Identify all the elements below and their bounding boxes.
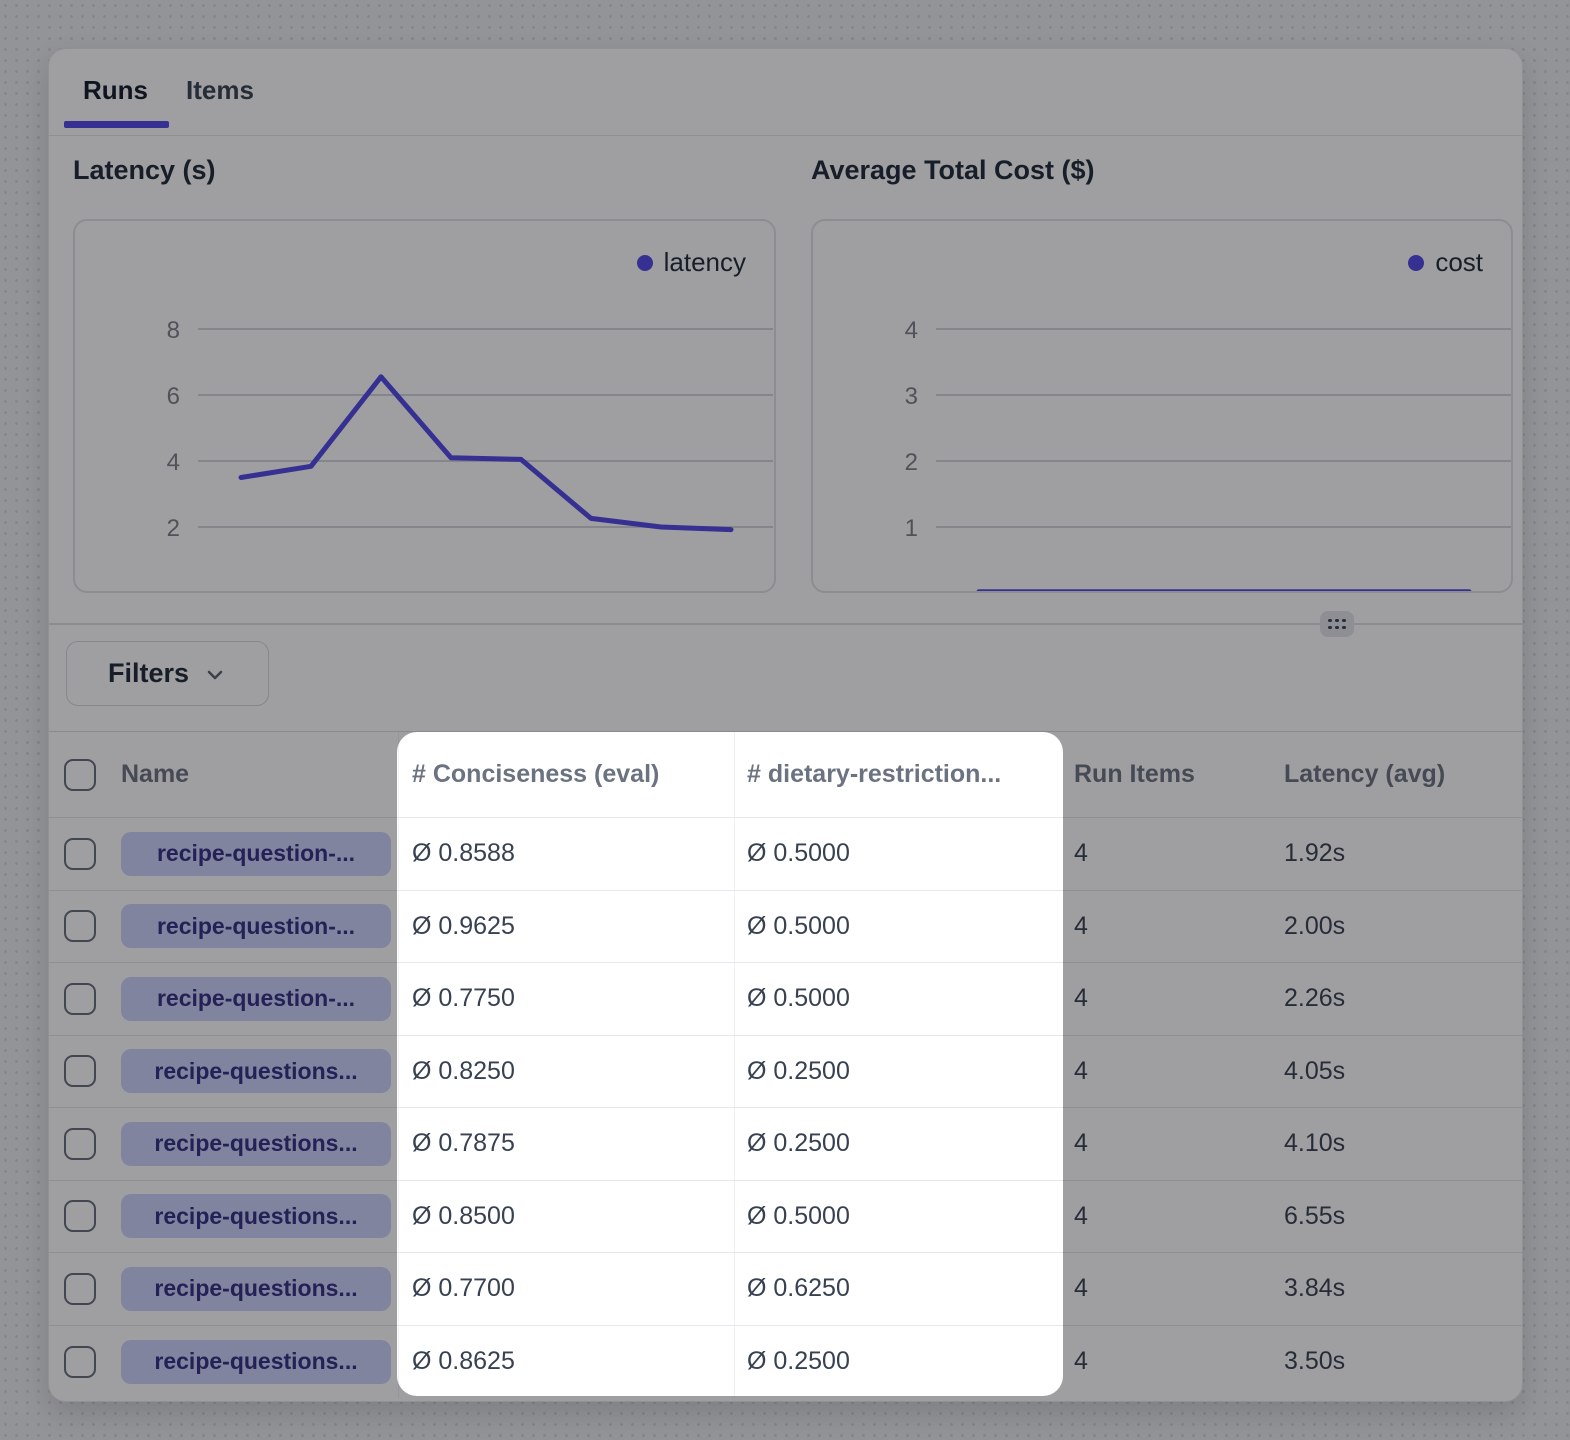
latency-value: 3.50s (1284, 1347, 1345, 1376)
row-checkbox[interactable] (64, 1346, 96, 1378)
run-items-value: 4 (1074, 839, 1088, 868)
latency-chart-title: Latency (s) (73, 155, 216, 186)
table-row[interactable]: recipe-question-... Ø 0.8588 Ø 0.5000 4 … (49, 818, 1522, 891)
svg-text:2: 2 (905, 449, 918, 476)
latency-legend: latency (637, 247, 746, 278)
run-items-value: 4 (1074, 1274, 1088, 1303)
row-checkbox[interactable] (64, 1273, 96, 1305)
run-items-value: 4 (1074, 1129, 1088, 1158)
run-items-value: 4 (1074, 984, 1088, 1013)
table-row[interactable]: recipe-question-... Ø 0.7750 Ø 0.5000 4 … (49, 963, 1522, 1036)
latency-value: 1.92s (1284, 839, 1345, 868)
latency-value: 3.84s (1284, 1274, 1345, 1303)
conciseness-value: Ø 0.8250 (412, 1057, 515, 1086)
table-row[interactable]: recipe-questions... Ø 0.8500 Ø 0.5000 4 … (49, 1181, 1522, 1254)
table-row[interactable]: recipe-questions... Ø 0.7700 Ø 0.6250 4 … (49, 1253, 1522, 1326)
svg-text:4: 4 (905, 317, 918, 344)
cost-legend-label: cost (1435, 247, 1483, 278)
conciseness-value: Ø 0.8500 (412, 1202, 515, 1231)
conciseness-value: Ø 0.7875 (412, 1129, 515, 1158)
dietary-value: Ø 0.5000 (747, 1202, 850, 1231)
cost-legend-dot (1408, 255, 1424, 271)
latency-value: 2.26s (1284, 984, 1345, 1013)
run-name-pill[interactable]: recipe-questions... (121, 1049, 391, 1093)
latency-chart: 8 6 4 2 latency (73, 219, 776, 593)
grip-dots-icon (1328, 619, 1346, 630)
tab-runs[interactable]: Runs (83, 75, 148, 106)
run-name-pill[interactable]: recipe-question-... (121, 977, 391, 1021)
tab-bar: Runs Items (49, 49, 1522, 136)
row-checkbox[interactable] (64, 838, 96, 870)
panel-resize-handle[interactable] (1320, 611, 1354, 637)
run-name-pill[interactable]: recipe-questions... (121, 1267, 391, 1311)
run-items-value: 4 (1074, 1347, 1088, 1376)
svg-text:1: 1 (905, 515, 918, 542)
filters-button-label: Filters (108, 658, 189, 689)
active-tab-indicator (64, 121, 169, 128)
column-header-name[interactable]: Name (121, 732, 398, 817)
table-row[interactable]: recipe-questions... Ø 0.8250 Ø 0.2500 4 … (49, 1036, 1522, 1109)
run-items-value: 4 (1074, 1202, 1088, 1231)
dietary-value: Ø 0.5000 (747, 839, 850, 868)
row-checkbox[interactable] (64, 983, 96, 1015)
svg-text:3: 3 (905, 383, 918, 410)
latency-value: 4.10s (1284, 1129, 1345, 1158)
tab-items[interactable]: Items (186, 75, 254, 106)
column-header-dietary[interactable]: # dietary-restriction... (734, 732, 1064, 817)
column-header-run-items[interactable]: Run Items (1064, 732, 1271, 817)
runs-table: Name # Conciseness (eval) # dietary-rest… (49, 731, 1522, 1398)
row-checkbox[interactable] (64, 1200, 96, 1232)
run-name-pill[interactable]: recipe-question-... (121, 904, 391, 948)
dietary-value: Ø 0.6250 (747, 1274, 850, 1303)
dietary-value: Ø 0.5000 (747, 912, 850, 941)
row-checkbox[interactable] (64, 910, 96, 942)
latency-value: 6.55s (1284, 1202, 1345, 1231)
column-header-conciseness[interactable]: # Conciseness (eval) (398, 732, 734, 817)
dietary-value: Ø 0.2500 (747, 1129, 850, 1158)
run-items-value: 4 (1074, 912, 1088, 941)
latency-legend-dot (637, 255, 653, 271)
table-row[interactable]: recipe-questions... Ø 0.8625 Ø 0.2500 4 … (49, 1326, 1522, 1399)
cost-legend: cost (1408, 247, 1483, 278)
dietary-value: Ø 0.2500 (747, 1347, 850, 1376)
latency-value: 4.05s (1284, 1057, 1345, 1086)
svg-text:8: 8 (167, 317, 180, 344)
table-row[interactable]: recipe-questions... Ø 0.7875 Ø 0.2500 4 … (49, 1108, 1522, 1181)
svg-text:2: 2 (167, 515, 180, 542)
latency-legend-label: latency (664, 247, 746, 278)
latency-value: 2.00s (1284, 912, 1345, 941)
conciseness-value: Ø 0.7700 (412, 1274, 515, 1303)
conciseness-value: Ø 0.8588 (412, 839, 515, 868)
table-body: recipe-question-... Ø 0.8588 Ø 0.5000 4 … (49, 818, 1522, 1398)
conciseness-value: Ø 0.7750 (412, 984, 515, 1013)
filters-button[interactable]: Filters (66, 641, 269, 706)
conciseness-value: Ø 0.9625 (412, 912, 515, 941)
row-checkbox[interactable] (64, 1055, 96, 1087)
runs-panel-card: Runs Items Latency (s) 8 6 4 2 latency Aver… (48, 48, 1523, 1402)
conciseness-value: Ø 0.8625 (412, 1347, 515, 1376)
table-row[interactable]: recipe-question-... Ø 0.9625 Ø 0.5000 4 … (49, 891, 1522, 964)
column-header-latency[interactable]: Latency (avg) (1271, 732, 1522, 817)
panel-divider (49, 623, 1522, 625)
select-all-checkbox[interactable] (64, 759, 96, 791)
svg-text:4: 4 (167, 449, 180, 476)
run-items-value: 4 (1074, 1057, 1088, 1086)
cost-chart: 4 3 2 1 cost (811, 219, 1513, 593)
chevron-down-icon (203, 663, 227, 687)
cost-chart-title: Average Total Cost ($) (811, 155, 1095, 186)
run-name-pill[interactable]: recipe-questions... (121, 1194, 391, 1238)
table-header-row: Name # Conciseness (eval) # dietary-rest… (49, 732, 1522, 818)
dietary-value: Ø 0.5000 (747, 984, 850, 1013)
svg-text:6: 6 (167, 383, 180, 410)
run-name-pill[interactable]: recipe-question-... (121, 832, 391, 876)
run-name-pill[interactable]: recipe-questions... (121, 1122, 391, 1166)
dietary-value: Ø 0.2500 (747, 1057, 850, 1086)
row-checkbox[interactable] (64, 1128, 96, 1160)
run-name-pill[interactable]: recipe-questions... (121, 1340, 391, 1384)
